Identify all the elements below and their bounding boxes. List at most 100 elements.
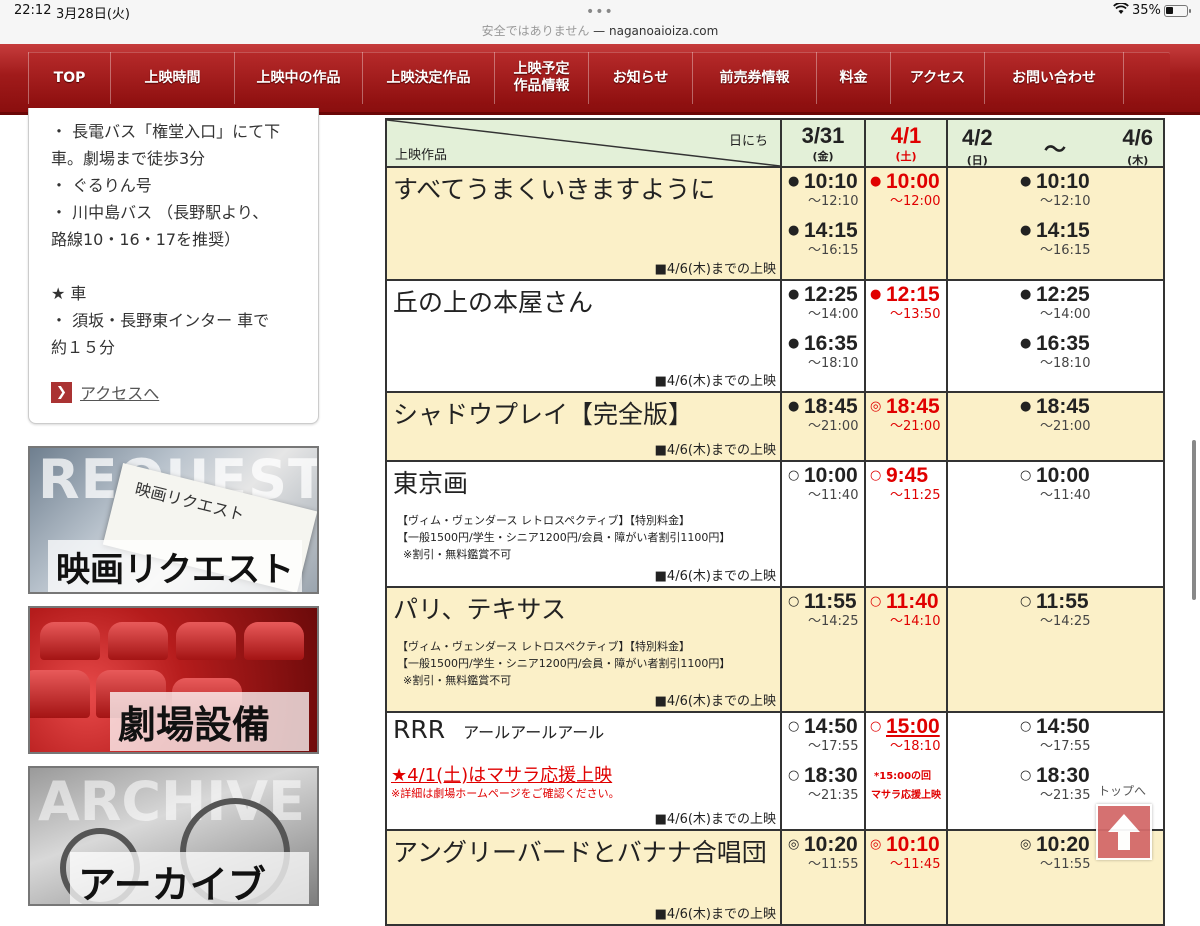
film-title[interactable]: シャドウプレイ【完全版】 bbox=[393, 395, 693, 431]
showtime[interactable]: ◎ 10:20 〜11:55 bbox=[1020, 833, 1090, 873]
scrollbar[interactable] bbox=[1192, 440, 1196, 600]
film-title[interactable]: アングリーバードとバナナ合唱団 bbox=[393, 833, 767, 869]
nav-item[interactable]: 上映中の作品 bbox=[234, 52, 362, 104]
film-title[interactable]: 東京画 bbox=[393, 464, 468, 500]
showtime[interactable]: ● 12:25 〜14:00 bbox=[788, 283, 858, 323]
address-bar[interactable]: 安全ではありません — naganoaioiza.com bbox=[0, 22, 1200, 39]
showtime[interactable]: ● 18:45 〜21:00 bbox=[1020, 395, 1090, 435]
wifi-icon bbox=[1113, 2, 1129, 18]
film-until: ■4/6(木)までの上映 bbox=[654, 812, 776, 827]
showtime[interactable]: ◎ 10:10 〜11:45 bbox=[870, 833, 940, 873]
showtime[interactable]: ○ 14:50 〜17:55 bbox=[1020, 715, 1090, 755]
film-cell: シャドウプレイ【完全版】 ■4/6(木)までの上映 bbox=[385, 391, 782, 462]
showtime-start: 10:00 bbox=[804, 464, 858, 487]
showtime-start: 12:15 bbox=[886, 283, 940, 306]
showtime-cell: ● 12:15 〜13:50 bbox=[864, 279, 948, 393]
film-note: 【ヴィム・ヴェンダース レトロスペクティブ】【特別料金】 bbox=[397, 514, 691, 527]
showtime-mark: ○ bbox=[788, 594, 800, 609]
showtime[interactable]: ◎ 10:20 〜11:55 bbox=[788, 833, 858, 873]
nav-item[interactable]: お知らせ bbox=[588, 52, 692, 104]
showtime-mark: ◎ bbox=[870, 837, 882, 852]
showtime[interactable]: ● 10:10 〜12:10 bbox=[1020, 170, 1090, 210]
film-title[interactable]: パリ、テキサス bbox=[393, 590, 566, 626]
film-title[interactable]: RRR アールアールアール bbox=[393, 715, 604, 744]
showtime[interactable]: ○ 11:55 〜14:25 bbox=[788, 590, 858, 630]
nav-item-label: TOP bbox=[53, 69, 86, 86]
showtime-start: 9:45 bbox=[886, 464, 929, 487]
showtime-cell: ● 18:45 〜21:00 bbox=[946, 391, 1165, 462]
film-title-text: パリ、テキサス bbox=[393, 595, 567, 624]
showtime-start: 14:15 bbox=[1036, 219, 1090, 242]
nav-item[interactable]: 料金 bbox=[816, 52, 890, 104]
request-banner[interactable]: REQUEST 映画リクエスト 映画リクエスト bbox=[28, 446, 319, 594]
nav-item-label: お問い合わせ bbox=[1012, 69, 1096, 86]
back-to-top-label: トップへ bbox=[1098, 784, 1147, 798]
showtime-mark: ◎ bbox=[1020, 837, 1032, 852]
showtime[interactable]: ○ 10:00 〜11:40 bbox=[788, 464, 858, 504]
film-title[interactable]: すべてうまくいきますように bbox=[393, 170, 715, 206]
nav-item[interactable]: 前売券情報 bbox=[692, 52, 816, 104]
request-banner-caption: 映画リクエスト bbox=[48, 540, 302, 592]
showtime-start: 14:50 bbox=[804, 715, 858, 738]
access-link-label[interactable]: アクセスへ bbox=[80, 380, 159, 404]
showtime[interactable]: ● 14:15 〜16:15 bbox=[788, 219, 858, 259]
showtime-start: 12:25 bbox=[1036, 283, 1090, 306]
more-dots-icon[interactable]: ••• bbox=[586, 4, 614, 20]
showtime[interactable]: ○ 10:00 〜11:40 bbox=[1020, 464, 1090, 504]
showtime-mark: ● bbox=[788, 287, 800, 302]
showtime-end: 〜12:10 bbox=[808, 194, 859, 209]
date-label: 4/1 bbox=[890, 123, 922, 148]
facility-banner[interactable]: 劇場設備 bbox=[28, 606, 319, 754]
showtime[interactable]: ◎ 18:45 〜21:00 bbox=[870, 395, 940, 435]
showtime[interactable]: ● 10:10 〜12:10 bbox=[788, 170, 858, 210]
back-to-top-button[interactable] bbox=[1096, 804, 1152, 860]
showtime-mark: ● bbox=[1020, 223, 1032, 238]
header-date-label: 日にち bbox=[728, 134, 768, 149]
showtime[interactable]: ● 18:45 〜21:00 bbox=[788, 395, 858, 435]
showtime-cell: ○ 11:55 〜14:25 bbox=[946, 586, 1165, 713]
film-subtitle: アールアールアール bbox=[463, 723, 605, 742]
nav-item[interactable]: 上映決定作品 bbox=[362, 52, 494, 104]
showtime-mark: ● bbox=[870, 174, 882, 189]
nav-item[interactable]: アクセス bbox=[890, 52, 984, 104]
weekday-label: (土) bbox=[895, 150, 917, 163]
access-link[interactable]: ❯ アクセスへ bbox=[51, 380, 159, 404]
nav-item[interactable]: 上映予定 作品情報 bbox=[494, 52, 588, 104]
showtime-cell: ● 12:25 〜14:00 ● 16:35 〜18:10 bbox=[780, 279, 866, 393]
weekday-label: (木) bbox=[1127, 154, 1149, 167]
showtime[interactable]: ● 12:15 〜13:50 bbox=[870, 283, 940, 323]
showtime[interactable]: ○ 18:30 〜21:35 bbox=[1020, 764, 1090, 804]
access-text-line: ・ 須坂・長野東インター 車で bbox=[51, 311, 270, 330]
showtime[interactable]: ○ 11:40 〜14:10 bbox=[870, 590, 940, 630]
showtime-cell: ○ 10:00 〜11:40 bbox=[780, 460, 866, 588]
showtime-start: 18:45 bbox=[1036, 395, 1090, 418]
showtime[interactable]: ○ 9:45 〜11:25 bbox=[870, 464, 940, 504]
showtime[interactable]: ● 16:35 〜18:10 bbox=[788, 332, 858, 372]
showtime-end: 〜21:35 bbox=[1040, 788, 1091, 803]
film-title[interactable]: 丘の上の本屋さん bbox=[393, 283, 593, 319]
showtime-end: 〜14:25 bbox=[808, 614, 859, 629]
showtime[interactable]: ● 16:35 〜18:10 bbox=[1020, 332, 1090, 372]
showtime[interactable]: ○ 11:55 〜14:25 bbox=[1020, 590, 1090, 630]
showtime[interactable]: ● 10:00 〜12:00 bbox=[870, 170, 940, 210]
showtime-start: 11:55 bbox=[1036, 590, 1089, 613]
archive-banner[interactable]: ARCHIVE アーカイブ bbox=[28, 766, 319, 906]
showtime-mark: ● bbox=[870, 287, 882, 302]
showtime[interactable]: ○ 15:00 〜18:10 bbox=[870, 715, 940, 755]
showtime-end: 〜18:10 bbox=[1040, 356, 1091, 371]
showtime[interactable]: ● 12:25 〜14:00 bbox=[1020, 283, 1090, 323]
access-text-line: ・ ぐるりん号 bbox=[51, 176, 152, 195]
facility-banner-caption: 劇場設備 bbox=[110, 692, 309, 751]
nav-item[interactable]: 上映時間 bbox=[110, 52, 234, 104]
nav-item[interactable]: TOP bbox=[28, 52, 110, 104]
promo-link[interactable]: ★4/1(土)はマサラ応援上映 bbox=[391, 761, 612, 787]
showtime-mark: ● bbox=[788, 174, 800, 189]
nav-item[interactable]: お問い合わせ bbox=[984, 52, 1124, 104]
showtime-cell: ○ 9:45 〜11:25 bbox=[864, 460, 948, 588]
nav-item-label: 上映決定作品 bbox=[386, 69, 471, 86]
arrow-up-icon bbox=[1108, 814, 1140, 850]
film-title-text: 東京画 bbox=[393, 469, 469, 498]
showtime[interactable]: ○ 18:30 〜21:35 bbox=[788, 764, 858, 804]
showtime[interactable]: ● 14:15 〜16:15 bbox=[1020, 219, 1090, 259]
showtime[interactable]: ○ 14:50 〜17:55 bbox=[788, 715, 858, 755]
